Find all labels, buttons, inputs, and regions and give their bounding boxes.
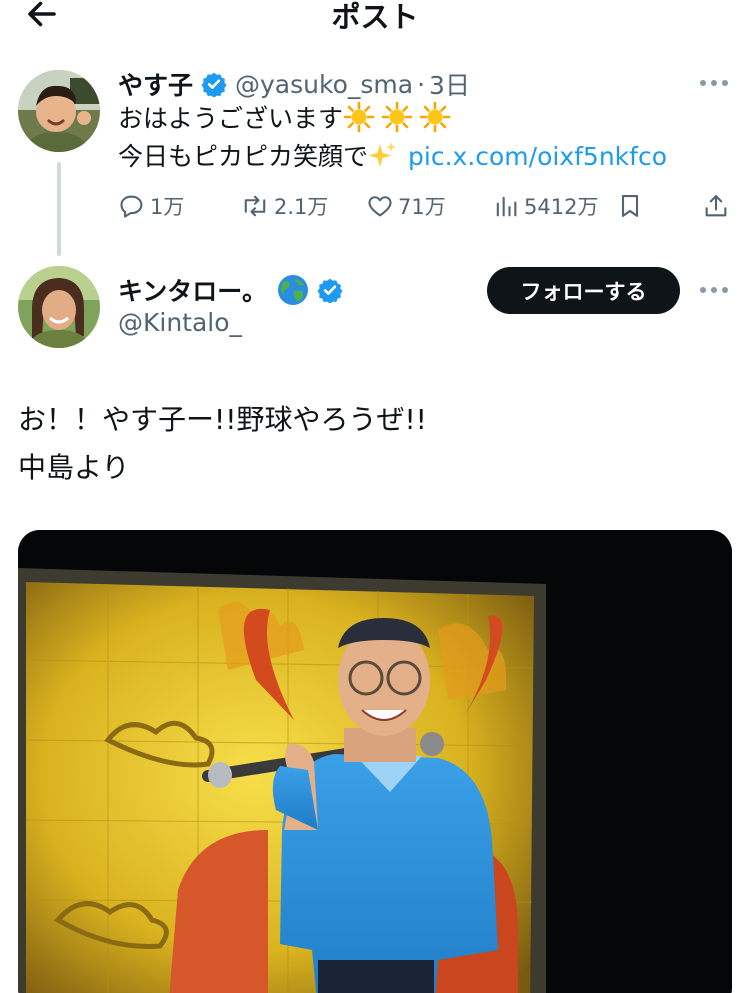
post-media-photo[interactable] (18, 530, 732, 993)
media-link[interactable]: pic.x.com/oixf5nkfco (408, 142, 667, 171)
main-post-text: お！！やす子ー!!野球やろうぜ!! 中島より (18, 396, 427, 492)
globe-emoji-icon (277, 274, 309, 306)
share-button[interactable] (702, 186, 734, 226)
post-text-line2: 今日もピカピカ笑顔で (118, 142, 369, 171)
bookmark-button[interactable] (616, 186, 648, 226)
reply-button[interactable]: 1万 (118, 186, 184, 226)
follow-button[interactable]: フォローする (487, 267, 680, 314)
top-bar: ポスト (0, 0, 750, 40)
handle[interactable]: @Kintalo_ (118, 308, 242, 337)
sun-emoji-icon (381, 101, 413, 133)
post-time[interactable]: 3日 (429, 66, 470, 102)
more-horizontal-icon (700, 80, 728, 86)
repost-icon (244, 195, 266, 217)
heart-icon (368, 196, 392, 217)
sparkles-emoji-icon (368, 140, 398, 170)
view-count: 5412万 (524, 195, 599, 219)
more-options-button[interactable] (694, 68, 734, 98)
quoted-post-header: やす子 @yasuko_sma · 3日 (118, 66, 470, 102)
share-icon (705, 195, 727, 217)
verified-badge-icon (201, 71, 227, 97)
repost-count: 2.1万 (274, 195, 329, 219)
handle[interactable]: @yasuko_sma (235, 70, 413, 99)
stage-photo (18, 530, 732, 993)
verified-badge-icon (317, 277, 343, 303)
main-post-text-line2: 中島より (18, 451, 130, 484)
repost-button[interactable]: 2.1万 (240, 186, 328, 226)
bookmark-icon (621, 195, 639, 217)
more-options-button[interactable] (694, 275, 734, 305)
main-post-handle-row: @Kintalo_ (118, 308, 242, 337)
main-post-header: キンタロー。 (118, 272, 343, 308)
quoted-post-text: おはようございます 今日もピカピカ笑顔で pic.x.com/oixf5nkfco (118, 100, 667, 176)
post-text-line1: おはようございます (118, 104, 344, 133)
display-name[interactable]: キンタロー。 (118, 272, 267, 308)
views-button[interactable]: 5412万 (492, 186, 598, 226)
display-name[interactable]: やす子 (118, 66, 193, 102)
reply-icon (120, 195, 143, 218)
more-horizontal-icon (700, 287, 728, 293)
avatar-yasuko[interactable] (18, 70, 100, 152)
thread-connector-line (57, 162, 61, 256)
avatar-kintalo[interactable] (18, 266, 100, 348)
like-button[interactable]: 71万 (366, 186, 446, 226)
separator-dot: · (417, 69, 426, 99)
analytics-icon (496, 196, 517, 217)
reply-count: 1万 (150, 195, 185, 219)
main-post-text-line1: お！！やす子ー!!野球やろうぜ!! (18, 403, 427, 436)
sun-emoji-icon (419, 101, 451, 133)
page-title: ポスト (331, 0, 419, 34)
action-bar: 1万 2.1万 71万 5412万 (118, 186, 730, 226)
like-count: 71万 (398, 195, 446, 219)
sun-emoji-icon (343, 101, 375, 133)
